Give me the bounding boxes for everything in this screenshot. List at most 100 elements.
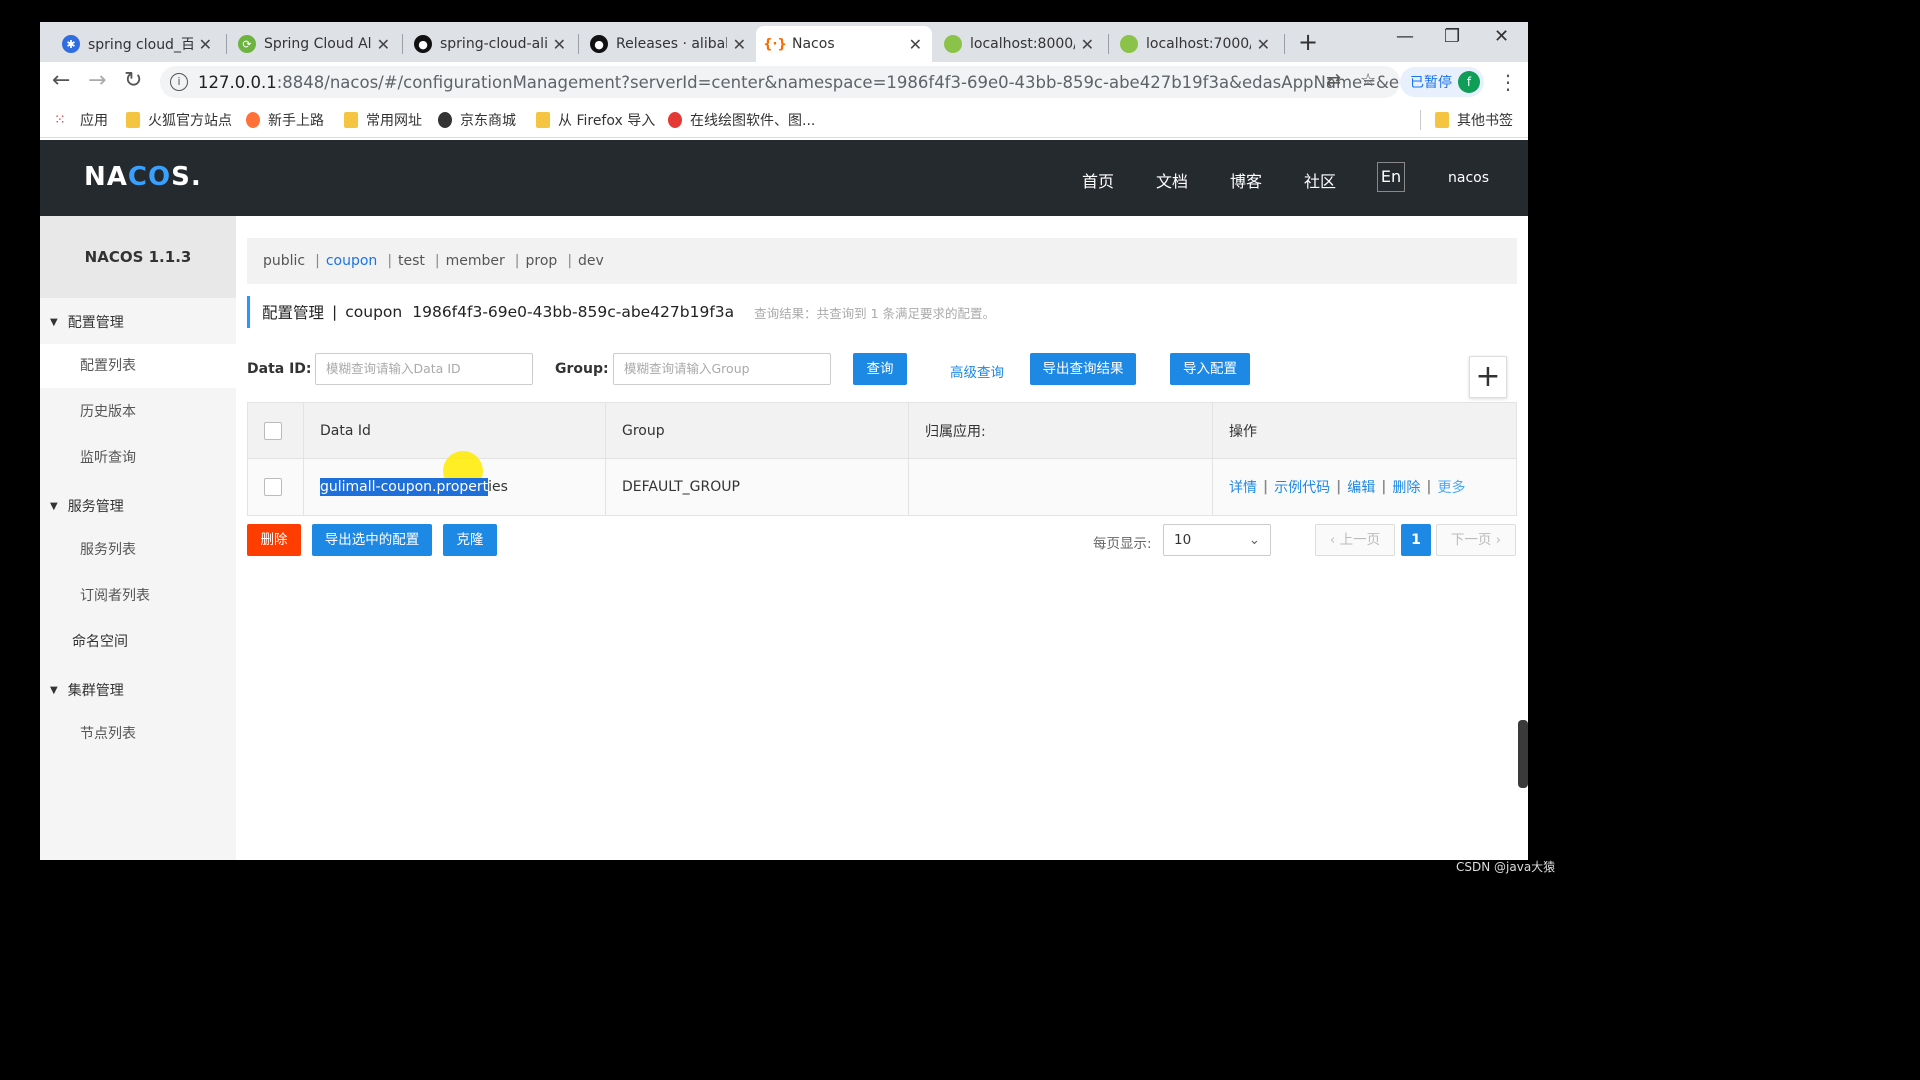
sample-code-link[interactable]: 示例代码 — [1274, 477, 1330, 497]
folder-icon — [1435, 112, 1449, 128]
profile-button[interactable]: 已暂停 f — [1400, 67, 1484, 97]
sidebar-group-service[interactable]: ▼ 服务管理 — [50, 496, 124, 516]
bookmarks-bar: ⁙ 应用 火狐官方站点 新手上路 常用网址 京东商城 从 Firefox 导入 … — [40, 102, 1528, 138]
add-config-button[interactable]: + — [1469, 356, 1507, 398]
delete-link[interactable]: 删除 — [1392, 477, 1420, 497]
bookmark-common[interactable]: 常用网址 — [344, 110, 422, 130]
bookmark-getting-started[interactable]: 新手上路 — [246, 110, 324, 130]
new-tab-button[interactable]: + — [1298, 28, 1318, 56]
bookmark-jd[interactable]: 京东商城 — [438, 110, 516, 130]
tab-spring-cloud-alibaba[interactable]: ⟳ Spring Cloud Alit ✕ — [228, 26, 400, 62]
namespace-member[interactable]: member — [446, 253, 505, 269]
edit-link[interactable]: 编辑 — [1347, 477, 1375, 497]
delete-button[interactable]: 删除 — [247, 524, 301, 556]
back-icon[interactable]: ← — [52, 68, 70, 93]
col-header[interactable]: Group — [606, 403, 909, 458]
folder-icon — [344, 112, 358, 128]
prev-page-button[interactable]: ‹ 上一页 — [1315, 524, 1395, 556]
sidebar-group-cluster[interactable]: ▼ 集群管理 — [50, 680, 124, 700]
sidebar-item-namespace[interactable]: 命名空间 — [40, 620, 236, 664]
group-input[interactable]: 模糊查询请输入Group — [613, 353, 831, 385]
address-bar[interactable]: i 127.0.0.1:8848/nacos/#/configurationMa… — [160, 66, 1400, 98]
nav-blog[interactable]: 博客 — [1230, 168, 1262, 192]
ops-cell: 详情 | 示例代码 | 编辑 | 删除 | 更多 — [1229, 477, 1466, 497]
close-icon[interactable]: ✕ — [1081, 35, 1094, 54]
restore-icon[interactable]: ❐ — [1444, 26, 1460, 47]
namespace-test[interactable]: test — [398, 253, 425, 269]
sidebar-item-history[interactable]: 历史版本 — [40, 390, 236, 434]
tab-localhost-7000[interactable]: localhost:7000/c ✕ — [1110, 26, 1280, 62]
info-icon[interactable]: i — [170, 73, 188, 91]
tab-localhost-8000[interactable]: localhost:8000/m ✕ — [934, 26, 1104, 62]
close-icon[interactable]: ✕ — [909, 35, 922, 54]
current-page[interactable]: 1 — [1401, 524, 1431, 556]
select-all-checkbox[interactable] — [264, 421, 282, 440]
close-icon[interactable]: ✕ — [553, 35, 566, 54]
detail-link[interactable]: 详情 — [1229, 477, 1257, 497]
advanced-query-link[interactable]: 高级查询 — [950, 361, 1004, 381]
nav-community[interactable]: 社区 — [1304, 168, 1336, 192]
sidebar-item-listener[interactable]: 监听查询 — [40, 436, 236, 480]
bookmark-firefox-import[interactable]: 从 Firefox 导入 — [536, 110, 655, 130]
minimize-icon[interactable]: — — [1396, 26, 1414, 47]
namespace-coupon[interactable]: coupon — [326, 253, 377, 269]
page-size-select[interactable]: 10 ⌄ — [1163, 524, 1271, 556]
namespace-public[interactable]: public — [263, 253, 305, 269]
tab-baidu[interactable]: ✱ spring cloud_百度 ✕ — [52, 26, 222, 62]
sidebar-group-config[interactable]: ▼ 配置管理 — [50, 312, 124, 332]
import-config-button[interactable]: 导入配置 — [1170, 353, 1250, 385]
close-icon[interactable]: ✕ — [733, 35, 746, 54]
scrollbar[interactable] — [1518, 720, 1528, 788]
namespace-dev[interactable]: dev — [578, 253, 604, 269]
next-page-button[interactable]: 下一页 › — [1436, 524, 1516, 556]
tab-github-releases[interactable]: ● Releases · alibab ✕ — [580, 26, 756, 62]
language-toggle[interactable]: En — [1377, 162, 1405, 192]
group-label: 服务管理 — [67, 499, 124, 515]
tab-title: localhost:7000/c — [1146, 36, 1251, 52]
namespace-bar: public | coupon | test | member | prop | dev — [247, 238, 1517, 284]
clone-button[interactable]: 克隆 — [443, 524, 497, 556]
more-link[interactable]: 更多 — [1438, 477, 1466, 497]
sidebar-item-service-list[interactable]: 服务列表 — [40, 528, 236, 572]
bookmark-other[interactable]: 其他书签 — [1420, 110, 1513, 130]
forward-icon[interactable]: → — [88, 68, 106, 93]
github-icon: ● — [414, 35, 432, 53]
close-icon[interactable]: ✕ — [199, 35, 212, 54]
caret-down-icon: ▼ — [50, 500, 58, 512]
page-size-value: 10 — [1174, 532, 1192, 548]
bookmark-apps[interactable]: ⁙ 应用 — [54, 110, 108, 130]
close-window-icon[interactable]: ✕ — [1494, 26, 1509, 47]
row-checkbox[interactable] — [264, 478, 282, 496]
export-results-button[interactable]: 导出查询结果 — [1030, 353, 1136, 385]
table-row: gulimall-coupon.properties DEFAULT_GROUP… — [248, 459, 1516, 515]
reload-icon[interactable]: ↻ — [124, 68, 142, 93]
namespace-prop[interactable]: prop — [526, 253, 558, 269]
globe-icon — [438, 112, 452, 128]
bookmark-firefox-site[interactable]: 火狐官方站点 — [126, 110, 232, 130]
user-name[interactable]: nacos — [1448, 170, 1489, 186]
spring-icon: ⟳ — [238, 35, 256, 53]
tab-strip: ✱ spring cloud_百度 ✕ ⟳ Spring Cloud Alit … — [40, 22, 1528, 62]
translate-icon[interactable]: ⇄ — [1326, 70, 1341, 91]
bookmark-label: 在线绘图软件、图... — [690, 113, 816, 129]
sidebar-item-config-list[interactable]: 配置列表 — [40, 344, 236, 388]
star-icon[interactable]: ☆ — [1360, 70, 1376, 91]
menu-icon[interactable]: ⋮ — [1498, 70, 1518, 94]
query-button[interactable]: 查询 — [853, 353, 907, 385]
col-header: 操作 — [1229, 423, 1257, 440]
tab-nacos[interactable]: {·} Nacos ✕ — [756, 26, 932, 62]
export-selected-button[interactable]: 导出选中的配置 — [312, 524, 432, 556]
nacos-logo[interactable]: NACOS. — [84, 162, 202, 192]
tab-github-repo[interactable]: ● spring-cloud-alib ✕ — [404, 26, 576, 62]
nav-home[interactable]: 首页 — [1082, 168, 1114, 192]
close-icon[interactable]: ✕ — [1257, 35, 1270, 54]
nav-docs[interactable]: 文档 — [1156, 168, 1188, 192]
bookmark-drawing[interactable]: 在线绘图软件、图... — [668, 110, 815, 130]
crumb-title: 配置管理 — [262, 304, 325, 322]
sidebar-item-subscribers[interactable]: 订阅者列表 — [40, 574, 236, 618]
col-header[interactable]: Data Id — [304, 403, 606, 458]
dataid-input[interactable]: 模糊查询请输入Data ID — [315, 353, 533, 385]
leaf-icon — [1120, 35, 1138, 53]
sidebar-item-nodes[interactable]: 节点列表 — [40, 712, 236, 756]
close-icon[interactable]: ✕ — [377, 35, 390, 54]
